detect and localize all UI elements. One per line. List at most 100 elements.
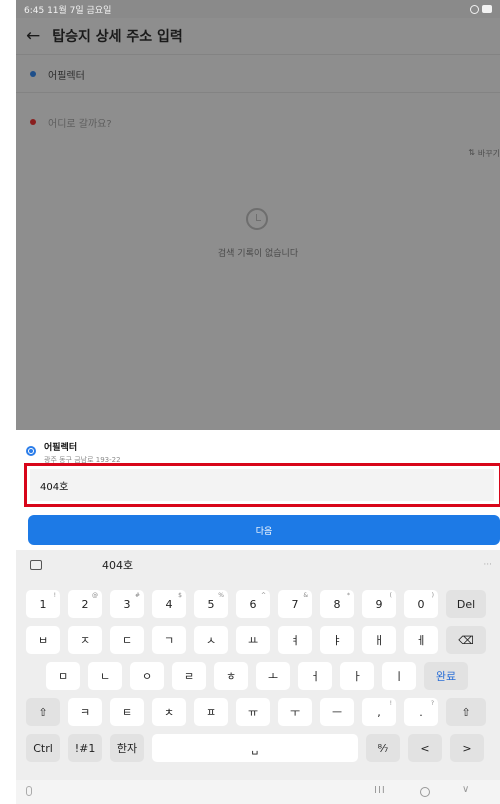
backspace-icon: ⌫ [458, 633, 474, 647]
origin-row[interactable]: 어필렉터 [16, 58, 500, 90]
destination-dot-icon [30, 119, 36, 125]
key-yu[interactable]: ㅠ [236, 698, 270, 726]
key-jieut[interactable]: ㅈ [68, 626, 102, 654]
origin-label: 어필렉터 [48, 70, 85, 82]
bottom-key-row: Ctrl !#1 한자 ␣ ⁸⁄₇ < > [16, 734, 484, 762]
key-5[interactable]: 5% [194, 590, 228, 618]
destination-row[interactable]: 어디로 갈까요? [16, 106, 500, 138]
shift-icon: ⇧ [38, 705, 48, 719]
key-0[interactable]: 0) [404, 590, 438, 618]
back-arrow-icon[interactable]: ← [26, 26, 40, 46]
key-giyeok[interactable]: ㄱ [152, 626, 186, 654]
key-7[interactable]: 7 & [278, 590, 312, 618]
location-pin-icon [26, 446, 36, 456]
microphone-icon[interactable] [26, 786, 32, 796]
origin-dot-icon [30, 71, 36, 77]
key-u[interactable]: ㅜ [278, 698, 312, 726]
home-icon[interactable] [420, 787, 430, 797]
swap-label: 바꾸기 [477, 149, 500, 158]
key-o[interactable]: ㅗ [256, 662, 290, 690]
shift-left-key[interactable]: ⇧ [26, 698, 60, 726]
app-dimmed-area: ← 탑승지 상세 주소 입력 어필렉터 어디로 갈까요? ⇅ 바꾸기 검색 기록… [16, 18, 500, 430]
recents-icon[interactable]: III [374, 785, 386, 796]
key-period[interactable]: .? [404, 698, 438, 726]
key-digeut[interactable]: ㄷ [110, 626, 144, 654]
consonant-row-2: ㅁ ㄴ ㅇ ㄹ ㅎ ㅗ ㅓ ㅏ ㅣ 완료 [16, 662, 468, 690]
space-icon: ␣ [251, 741, 259, 755]
place-name: 어필렉터 [44, 443, 78, 453]
symbols-key[interactable]: !#1 [68, 734, 102, 762]
key-a[interactable]: ㅏ [340, 662, 374, 690]
consonant-row-1: ㅂ ㅈ ㄷ ㄱ ㅅ ㅛ ㅕ ㅑ ㅐ ㅔ ⌫ [16, 626, 486, 654]
key-yeo[interactable]: ㅕ [278, 626, 312, 654]
consonant-row-3: ⇧ ㅋ ㅌ ㅊ ㅍ ㅠ ㅜ ㅡ ,! .? ⇧ [16, 698, 486, 726]
history-icon [246, 208, 268, 230]
key-tieut[interactable]: ㅌ [110, 698, 144, 726]
layout-key[interactable]: ⁸⁄₇ [366, 734, 400, 762]
device-frame: 6:45 11월 7일 금요일 ← 탑승지 상세 주소 입력 어필렉터 어디로 … [0, 0, 500, 804]
key-e[interactable]: ㅔ [404, 626, 438, 654]
suggestion-chip[interactable]: 404호 [102, 557, 133, 573]
key-ieung[interactable]: ㅇ [130, 662, 164, 690]
swap-icon: ⇅ [468, 148, 475, 157]
key-rieul[interactable]: ㄹ [172, 662, 206, 690]
done-key[interactable]: 완료 [424, 662, 468, 690]
key-eu[interactable]: ㅡ [320, 698, 354, 726]
status-icons [470, 4, 492, 14]
shift-right-key[interactable]: ⇧ [446, 698, 486, 726]
header-divider [16, 54, 500, 55]
key-nieun[interactable]: ㄴ [88, 662, 122, 690]
delete-key[interactable]: Del [446, 590, 486, 618]
screen: 6:45 11월 7일 금요일 ← 탑승지 상세 주소 입력 어필렉터 어디로 … [16, 0, 500, 804]
key-mieum[interactable]: ㅁ [46, 662, 80, 690]
input-highlight-box [24, 463, 500, 507]
route-divider [16, 92, 500, 93]
address-bottom-sheet: 어필렉터 광주 동구 금남로 193-22 다음 [16, 430, 500, 550]
number-row: 1! 2 @ 3 # 4 $ 5% 6 ^ 7 & 8 * 9( 0) Del [16, 590, 486, 618]
key-ya[interactable]: ㅑ [320, 626, 354, 654]
space-key[interactable]: ␣ [152, 734, 358, 762]
keyboard-toolbar: 404호 ··· [16, 550, 500, 580]
header: ← 탑승지 상세 주소 입력 [16, 18, 500, 54]
key-hieut[interactable]: ㅎ [214, 662, 248, 690]
key-9[interactable]: 9( [362, 590, 396, 618]
chevron-down-icon[interactable]: ∨ [462, 784, 469, 795]
shift-icon: ⇧ [461, 705, 471, 719]
swap-button[interactable]: ⇅ 바꾸기 [468, 148, 500, 159]
selected-place: 어필렉터 광주 동구 금남로 193-22 [26, 440, 121, 465]
key-i[interactable]: ㅣ [382, 662, 416, 690]
key-ae[interactable]: ㅐ [362, 626, 396, 654]
key-pieup[interactable]: ㅍ [194, 698, 228, 726]
next-button[interactable]: 다음 [28, 515, 500, 545]
key-yo[interactable]: ㅛ [236, 626, 270, 654]
key-1[interactable]: 1! [26, 590, 60, 618]
key-chieut[interactable]: ㅊ [152, 698, 186, 726]
key-4[interactable]: 4 $ [152, 590, 186, 618]
keyboard: 404호 ··· 1! 2 @ 3 # 4 $ 5% 6 ^ 7 & 8 * 9( 0) D… [16, 550, 500, 780]
status-bar: 6:45 11월 7일 금요일 [16, 0, 500, 18]
key-6[interactable]: 6 ^ [236, 590, 270, 618]
clipboard-icon[interactable] [30, 560, 42, 570]
key-bieup[interactable]: ㅂ [26, 626, 60, 654]
key-8[interactable]: 8 * [320, 590, 354, 618]
wifi-icon [470, 4, 479, 14]
key-3[interactable]: 3 # [110, 590, 144, 618]
key-comma[interactable]: ,! [362, 698, 396, 726]
more-icon[interactable]: ··· [483, 560, 492, 570]
ctrl-key[interactable]: Ctrl [26, 734, 60, 762]
cursor-right-key[interactable]: > [450, 734, 484, 762]
cursor-left-key[interactable]: < [408, 734, 442, 762]
destination-placeholder: 어디로 갈까요? [48, 118, 112, 130]
page-title: 탑승지 상세 주소 입력 [52, 29, 183, 45]
key-2[interactable]: 2 @ [68, 590, 102, 618]
empty-state-message: 검색 기록이 없습니다 [217, 249, 299, 259]
key-eo[interactable]: ㅓ [298, 662, 332, 690]
battery-icon [482, 5, 492, 13]
key-siot[interactable]: ㅅ [194, 626, 228, 654]
navigation-bar: III ∨ [16, 780, 500, 804]
left-edge [0, 0, 16, 804]
key-kieuk[interactable]: ㅋ [68, 698, 102, 726]
status-time-date: 6:45 11월 7일 금요일 [24, 5, 112, 16]
backspace-key[interactable]: ⌫ [446, 626, 486, 654]
hanja-key[interactable]: 한자 [110, 734, 144, 762]
